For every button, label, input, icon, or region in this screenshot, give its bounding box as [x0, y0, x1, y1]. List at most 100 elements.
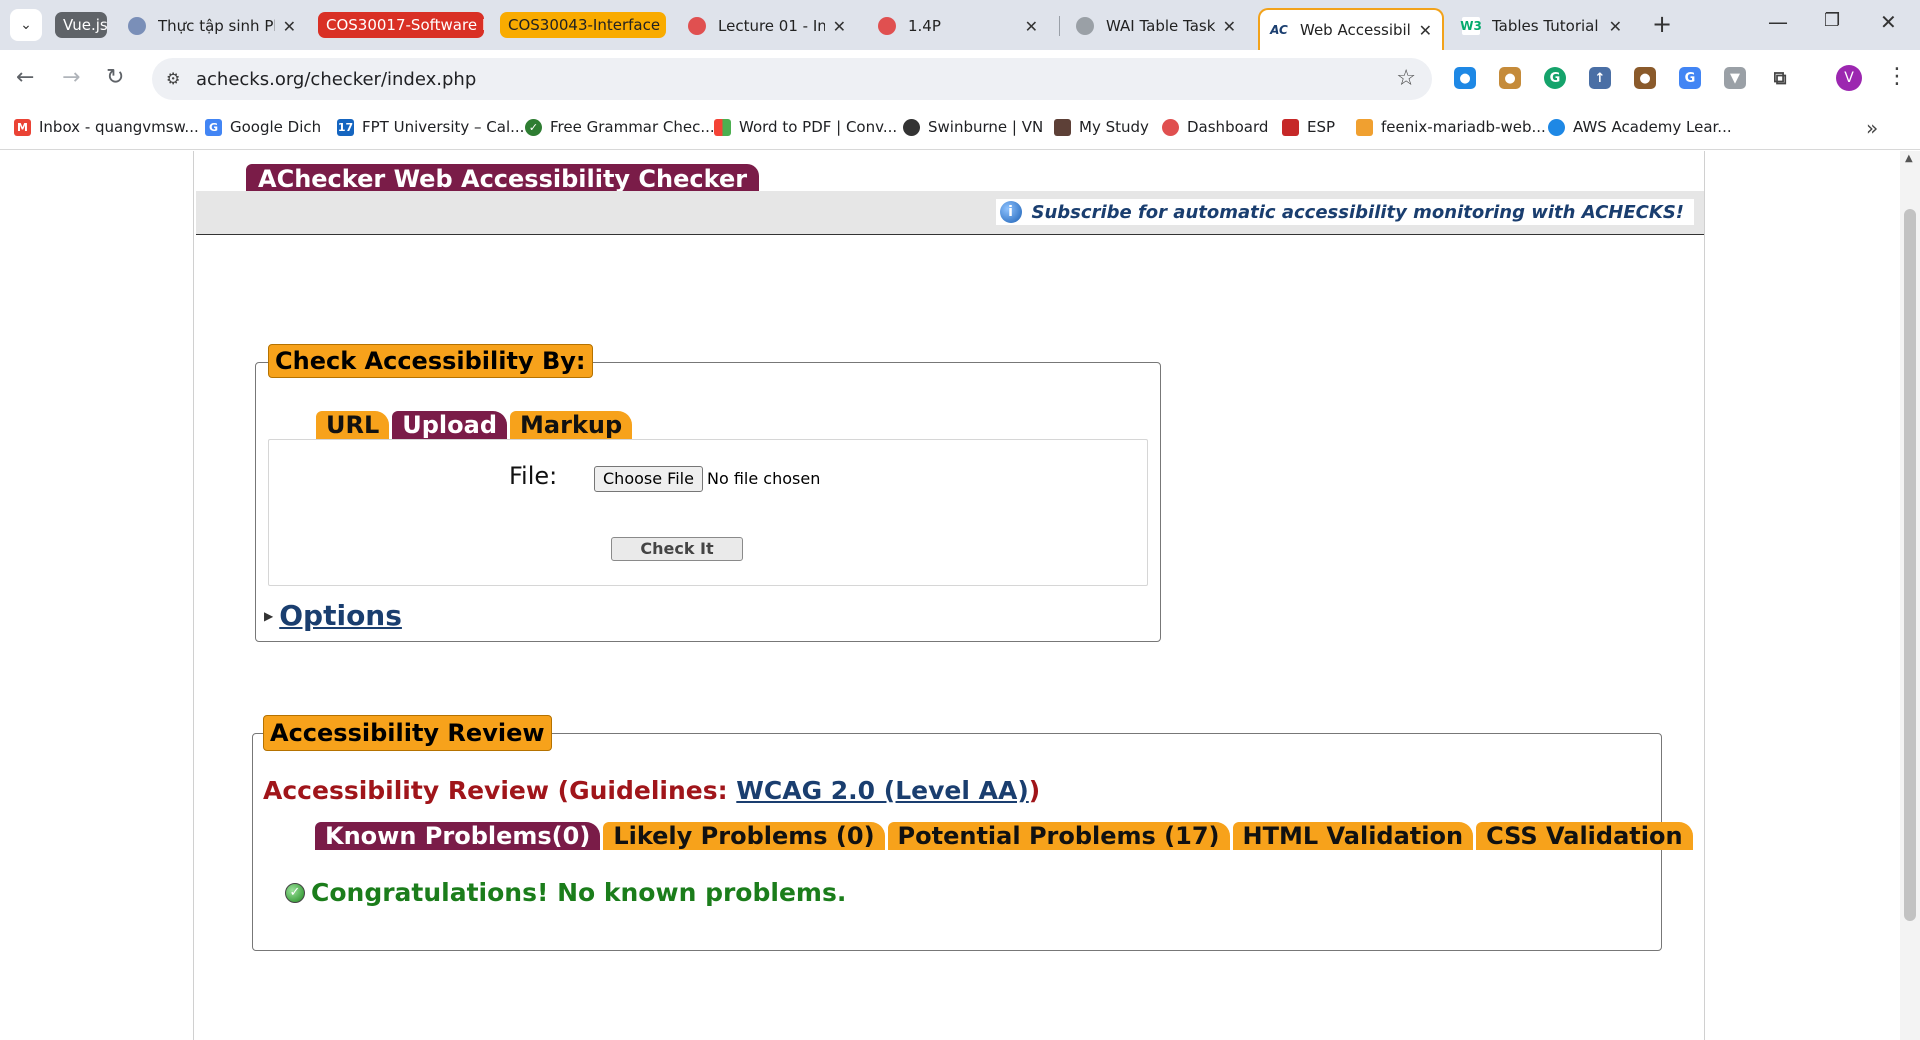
bookmark-feenix-mariadb[interactable]: feenix-mariadb-web... — [1356, 118, 1546, 136]
close-icon[interactable]: ✕ — [833, 17, 846, 36]
chevron-down-icon: ⌄ — [20, 17, 32, 33]
ac-icon: AC — [1270, 21, 1288, 39]
bookmark-free-grammar[interactable]: ✓ Free Grammar Chec... — [525, 118, 715, 136]
close-icon[interactable]: ✕ — [1609, 17, 1622, 36]
globe-icon — [128, 17, 146, 35]
tab-wai-table-task[interactable]: WAI Table Task ✕ — [1066, 8, 1246, 44]
scroll-up-icon[interactable]: ▲ — [1905, 153, 1913, 164]
extension-grammarly-icon[interactable]: G — [1544, 67, 1566, 89]
review-tabs: Known Problems(0) Likely Problems (0) Po… — [315, 822, 1696, 850]
subscribe-bar: i Subscribe for automatic accessibility … — [196, 191, 1704, 235]
arrow-left-icon: ← — [16, 65, 35, 90]
browser-menu-icon[interactable]: ⋮ — [1886, 64, 1908, 89]
cloud-icon — [1548, 118, 1565, 136]
tab-likely-problems[interactable]: Likely Problems (0) — [603, 822, 885, 850]
window-close-button[interactable]: ✕ — [1880, 10, 1897, 34]
input-method-tabs: URL Upload Markup — [316, 411, 635, 439]
check-it-button[interactable]: Check It — [611, 537, 743, 561]
close-icon[interactable]: ✕ — [283, 17, 296, 36]
tab-group-vuejs[interactable]: Vue.js — [55, 12, 107, 38]
extensions-puzzle-icon[interactable]: ⧉ — [1769, 67, 1791, 89]
bookmark-aws-academy[interactable]: AWS Academy Lear... — [1548, 118, 1732, 136]
tab-group-cos30043[interactable]: COS30043-Interface D — [500, 12, 666, 38]
bookmark-google-dich[interactable]: G Google Dich — [205, 118, 321, 136]
bookmarks-overflow-icon[interactable]: » — [1866, 116, 1878, 140]
close-icon[interactable]: ✕ — [1025, 17, 1038, 36]
bookmark-fpt-university[interactable]: 17 FPT University – Cal... — [337, 118, 524, 136]
forward-button[interactable]: → — [62, 65, 80, 90]
scrollbar-thumb[interactable] — [1904, 209, 1916, 921]
reload-icon: ↻ — [106, 65, 125, 90]
extension-vue-devtools-icon[interactable]: ▼ — [1724, 67, 1746, 89]
tab-1-4p[interactable]: 1.4P ✕ — [868, 8, 1048, 44]
address-url[interactable]: achecks.org/checker/index.php — [196, 69, 476, 90]
grammar-icon: ✓ — [525, 118, 542, 136]
site-info-icon[interactable]: ⚙ — [166, 69, 180, 88]
options-toggle[interactable]: ▶ Options — [264, 599, 402, 632]
info-icon: i — [999, 201, 1022, 223]
flag-icon — [1282, 118, 1299, 136]
check-accessibility-panel: Check Accessibility By: URL Upload Marku… — [255, 344, 1161, 642]
page-viewport: AChecker Web Accessibility Checker i Sub… — [0, 151, 1900, 1040]
arrow-right-icon: → — [62, 65, 81, 90]
back-button[interactable]: ← — [16, 65, 34, 90]
tab-strip: ⌄ Vue.js Thực tập sinh Ph ✕ COS30017-Sof… — [0, 0, 1920, 50]
swinburne-icon — [1162, 118, 1179, 136]
w3-icon: W3 — [1460, 17, 1482, 35]
study-icon — [1054, 118, 1071, 136]
accessibility-review-legend: Accessibility Review — [263, 715, 552, 751]
google-translate-icon: G — [205, 118, 222, 136]
restore-button[interactable]: ❐ — [1824, 10, 1840, 31]
checkmark-icon: ✓ — [285, 882, 305, 903]
tab-group-cos30017[interactable]: COS30017-Software D — [318, 12, 484, 38]
minimize-button[interactable]: — — [1768, 10, 1788, 34]
bookmark-word-to-pdf[interactable]: Word to PDF | Conv... — [714, 118, 897, 136]
bookmark-inbox[interactable]: M Inbox - quangvmsw... — [14, 118, 199, 136]
no-problems-message: ✓ Congratulations! No known problems. — [285, 878, 846, 907]
brand-title: AChecker Web Accessibility Checker — [246, 164, 760, 194]
accessibility-review-panel: Accessibility Review Accessibility Revie… — [252, 715, 1693, 951]
extension-cookie-icon[interactable]: ● — [1499, 67, 1521, 89]
profile-avatar[interactable]: V — [1836, 65, 1862, 91]
tab-tables-tutorial[interactable]: W3 Tables Tutorial | ✕ — [1452, 8, 1632, 44]
tab-css-validation[interactable]: CSS Validation — [1476, 822, 1693, 850]
tab-upload[interactable]: Upload — [392, 411, 508, 439]
no-file-chosen-text: No file chosen — [707, 469, 821, 488]
tab-known-problems[interactable]: Known Problems(0) — [315, 822, 601, 850]
tab-html-validation[interactable]: HTML Validation — [1232, 822, 1474, 850]
swinburne-icon — [878, 17, 896, 35]
choose-file-button[interactable]: Choose File — [594, 466, 703, 492]
close-icon[interactable]: ✕ — [1223, 17, 1236, 36]
tab-url[interactable]: URL — [316, 411, 390, 439]
pma-icon — [1356, 118, 1373, 136]
tab-web-accessibility[interactable]: AC Web Accessibilit ✕ — [1258, 8, 1444, 50]
new-tab-button[interactable]: + — [1652, 10, 1672, 38]
tab-separator — [1059, 16, 1060, 36]
file-label: File: — [509, 462, 558, 490]
vertical-scrollbar[interactable]: ▲ — [1900, 151, 1920, 1040]
reload-button[interactable]: ↻ — [106, 65, 124, 90]
extension-translate-icon[interactable]: G — [1679, 67, 1701, 89]
bookmark-esp[interactable]: ESP — [1282, 118, 1335, 136]
subscribe-link[interactable]: i Subscribe for automatic accessibility … — [995, 199, 1694, 225]
wcag-guideline-link[interactable]: WCAG 2.0 (Level AA) — [736, 776, 1028, 805]
tab-thuc-tap-sinh[interactable]: Thực tập sinh Ph ✕ — [118, 8, 306, 44]
extension-cookie-editor-icon[interactable]: ● — [1634, 67, 1656, 89]
bookmark-swinburne-vn[interactable]: Swinburne | VN — [903, 118, 1043, 136]
bookmark-dashboard[interactable]: Dashboard — [1162, 118, 1268, 136]
bookmark-star-icon[interactable]: ☆ — [1396, 66, 1416, 91]
bookmark-my-study[interactable]: My Study — [1054, 118, 1149, 136]
pdf-icon — [714, 118, 731, 136]
tab-potential-problems[interactable]: Potential Problems (17) — [887, 822, 1230, 850]
options-link[interactable]: Options — [279, 599, 402, 632]
bookmarks-bar: M Inbox - quangvmsw... G Google Dich 17 FPT… — [0, 108, 1920, 150]
browser-chrome: ⌄ Vue.js Thực tập sinh Ph ✕ COS30017-Sof… — [0, 0, 1920, 150]
tab-lecture-01[interactable]: Lecture 01 - Intr ✕ — [678, 8, 856, 44]
address-bar[interactable]: ⚙ achecks.org/checker/index.php ☆ — [152, 58, 1432, 100]
extension-upload-icon[interactable]: ↑ — [1589, 67, 1611, 89]
tab-markup[interactable]: Markup — [510, 411, 633, 439]
extension-drop-icon[interactable]: ● — [1454, 67, 1476, 89]
review-heading: Accessibility Review (Guidelines: WCAG 2… — [263, 776, 1041, 805]
tab-search-button[interactable]: ⌄ — [10, 9, 42, 41]
close-icon[interactable]: ✕ — [1419, 21, 1432, 40]
